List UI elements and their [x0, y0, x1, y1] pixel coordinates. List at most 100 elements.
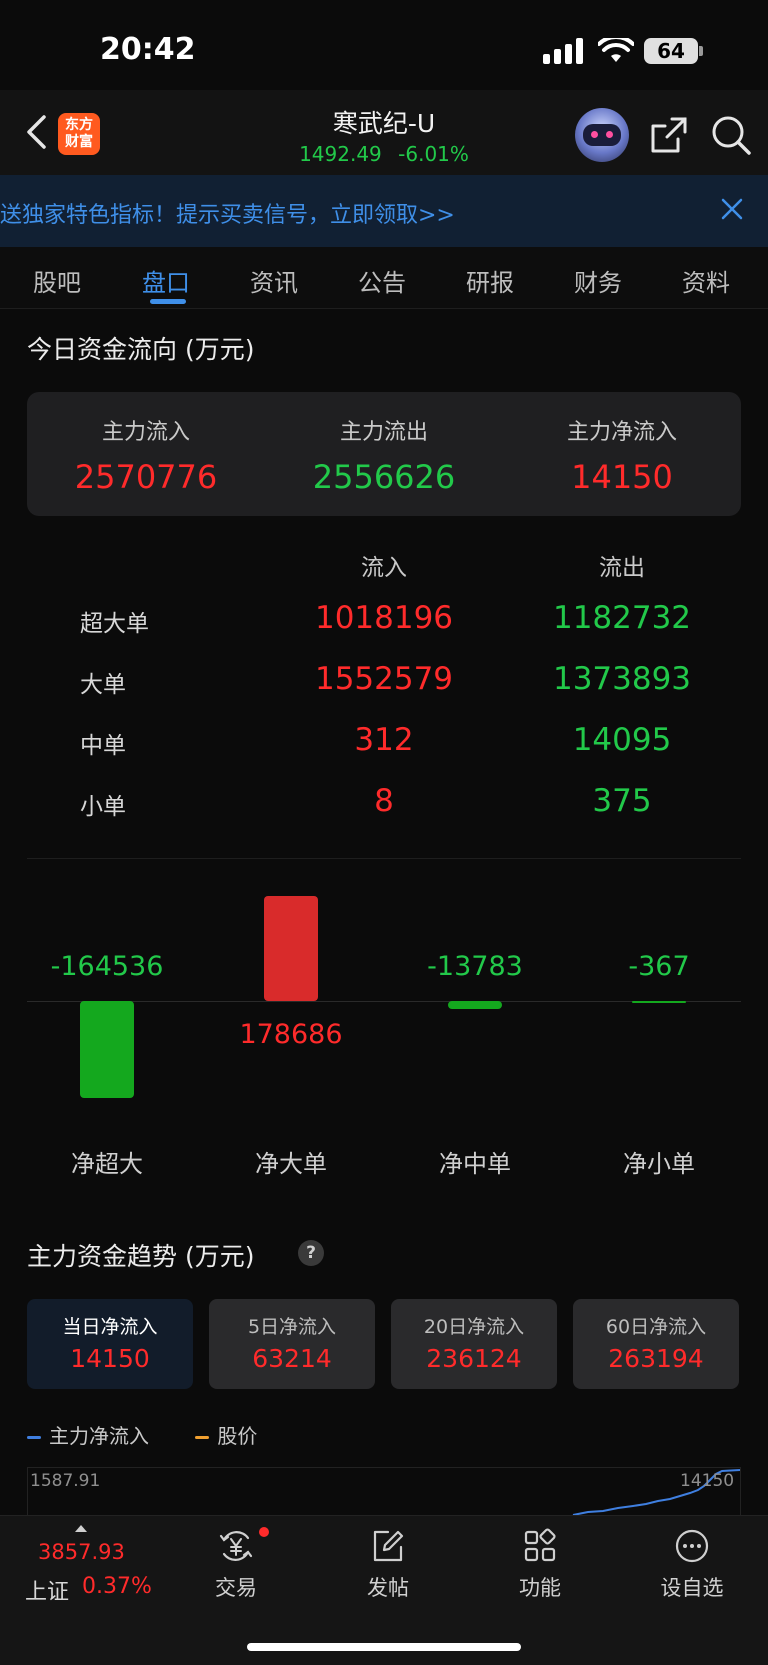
summary-value: 2570776 [74, 458, 218, 496]
summary-label: 主力流入 [101, 420, 190, 445]
net-flow-bar [448, 1001, 502, 1010]
trend-legend: 主力净流入 股价 [27, 1420, 257, 1449]
help-icon[interactable]: ? [298, 1240, 324, 1266]
nav-label: 功能 [519, 1576, 561, 1600]
trend-card-label: 20日净流入 [423, 1316, 525, 1338]
net-flow-value-label: -164536 [50, 951, 164, 982]
net-flow-bar-chart: -164536 净超大 178686 净大单 -13783 净中单 -367 净小单 [0, 870, 768, 1180]
tab-news[interactable]: 资讯 [250, 263, 298, 298]
share-icon[interactable] [648, 114, 690, 156]
function-grid-icon [524, 1528, 556, 1562]
chart-latest-value-label: 14150 [680, 1471, 735, 1491]
stock-price: 1492.49 [299, 142, 382, 166]
trend-card-label: 当日净流入 [62, 1316, 158, 1338]
legend-label: 主力净流入 [49, 1424, 149, 1448]
net-flow-value-label: -367 [628, 951, 690, 982]
trend-card-value: 263194 [608, 1344, 704, 1373]
tab-announcements[interactable]: 公告 [358, 263, 406, 298]
row-label-super-large: 超大单 [80, 611, 149, 637]
status-bar: 20:42 64 [0, 0, 768, 90]
stock-header: 东方 财富 寒武纪-U 1492.49 -6.01% [0, 90, 768, 175]
banner-text[interactable]: 送独家特色指标！提示买卖信号，立即领取>> [0, 197, 455, 229]
summary-main-inflow: 主力流入 2570776 [27, 414, 265, 496]
row-label-medium: 中单 [80, 733, 126, 759]
expand-up-icon[interactable] [75, 1525, 87, 1532]
money-flow-title: 今日资金流向 (万元) [27, 335, 255, 364]
trend-mini-chart [27, 1467, 741, 1516]
row-label-large: 大单 [80, 672, 126, 698]
index-name[interactable]: 上证 [25, 1574, 69, 1606]
summary-label: 主力净流入 [566, 420, 677, 445]
home-indicator[interactable] [247, 1643, 521, 1651]
nav-label: 发帖 [367, 1576, 409, 1600]
clock: 20:42 [100, 32, 196, 67]
net-flow-category-label: 净中单 [439, 1150, 511, 1178]
trend-card-20d[interactable]: 20日净流入 236124 [391, 1299, 557, 1389]
trend-card-label: 60日净流入 [605, 1316, 707, 1338]
net-flow-bar [632, 1001, 686, 1003]
summary-main-net-inflow: 主力净流入 14150 [503, 414, 741, 496]
summary-value: 14150 [571, 458, 673, 496]
trend-card-label: 5日净流入 [247, 1316, 337, 1338]
nav-post[interactable]: 发帖 [338, 1528, 438, 1602]
row-label-small: 小单 [80, 794, 126, 820]
trend-card-60d[interactable]: 60日净流入 263194 [573, 1299, 739, 1389]
small-inflow: 8 [374, 783, 394, 819]
tab-guba[interactable]: 股吧 [33, 263, 81, 298]
index-value[interactable]: 3857.93 [38, 1540, 125, 1564]
net-flow-category-label: 净超大 [71, 1150, 143, 1178]
trend-card-value: 63214 [252, 1344, 332, 1373]
tab-bar: 股吧 盘口 资讯 公告 研报 财务 资料 [0, 247, 768, 309]
large-inflow: 1552579 [314, 661, 454, 697]
small-outflow: 375 [592, 783, 652, 819]
nav-trade[interactable]: 交易 [186, 1528, 286, 1602]
nav-functions[interactable]: 功能 [490, 1528, 590, 1602]
net-flow-category-label: 净大单 [255, 1150, 327, 1178]
nav-label: 交易 [215, 1576, 257, 1600]
search-icon[interactable] [710, 114, 752, 156]
signal-icon [543, 38, 583, 64]
notification-dot [259, 1527, 269, 1537]
super-large-inflow: 1018196 [314, 600, 454, 636]
tab-research[interactable]: 研报 [466, 263, 514, 298]
index-change[interactable]: 0.37% [82, 1574, 152, 1599]
trend-card-today[interactable]: 当日净流入 14150 [27, 1299, 193, 1389]
net-flow-bar [264, 896, 318, 1001]
net-flow-category-label: 净小单 [623, 1150, 695, 1178]
large-outflow: 1373893 [552, 661, 692, 697]
yen-trade-icon [219, 1531, 253, 1561]
tab-profile[interactable]: 资料 [682, 263, 730, 298]
battery-indicator: 64 [644, 38, 698, 64]
wifi-icon [598, 38, 634, 62]
net-inflow-trend-line [572, 1469, 740, 1516]
more-dots-icon [675, 1529, 709, 1563]
stock-change: -6.01% [398, 142, 469, 166]
legend-swatch [27, 1436, 41, 1439]
main-flow-summary: 主力流入 2570776 主力流出 2556626 主力净流入 14150 [27, 392, 741, 516]
legend-net-inflow: 主力净流入 [27, 1424, 149, 1448]
legend-price: 股价 [195, 1424, 257, 1448]
medium-outflow: 14095 [572, 722, 672, 758]
tab-finance[interactable]: 财务 [574, 263, 622, 298]
net-flow-bar [80, 1001, 134, 1098]
battery-nub [699, 46, 703, 56]
assistant-robot-icon[interactable] [575, 108, 629, 162]
trend-card-value: 14150 [70, 1344, 150, 1373]
medium-inflow: 312 [354, 722, 414, 758]
active-tab-indicator [150, 299, 186, 304]
promo-banner[interactable]: 送独家特色指标！提示买卖信号，立即领取>> [0, 175, 768, 247]
outflow-column-header: 流出 [599, 555, 645, 581]
summary-value: 2556626 [312, 458, 456, 496]
trend-card-5d[interactable]: 5日净流入 63214 [209, 1299, 375, 1389]
legend-swatch [195, 1436, 210, 1439]
summary-label: 主力流出 [339, 420, 428, 445]
net-flow-value-label: 178686 [239, 1019, 343, 1050]
close-icon[interactable] [718, 195, 746, 223]
edit-post-icon [373, 1530, 404, 1562]
nav-add-watchlist[interactable]: 设自选 [642, 1528, 742, 1602]
trend-card-value: 236124 [426, 1344, 522, 1373]
super-large-outflow: 1182732 [552, 600, 692, 636]
net-flow-value-label: -13783 [427, 951, 523, 982]
section-divider [27, 858, 741, 859]
tab-pankou[interactable]: 盘口 [142, 263, 190, 298]
